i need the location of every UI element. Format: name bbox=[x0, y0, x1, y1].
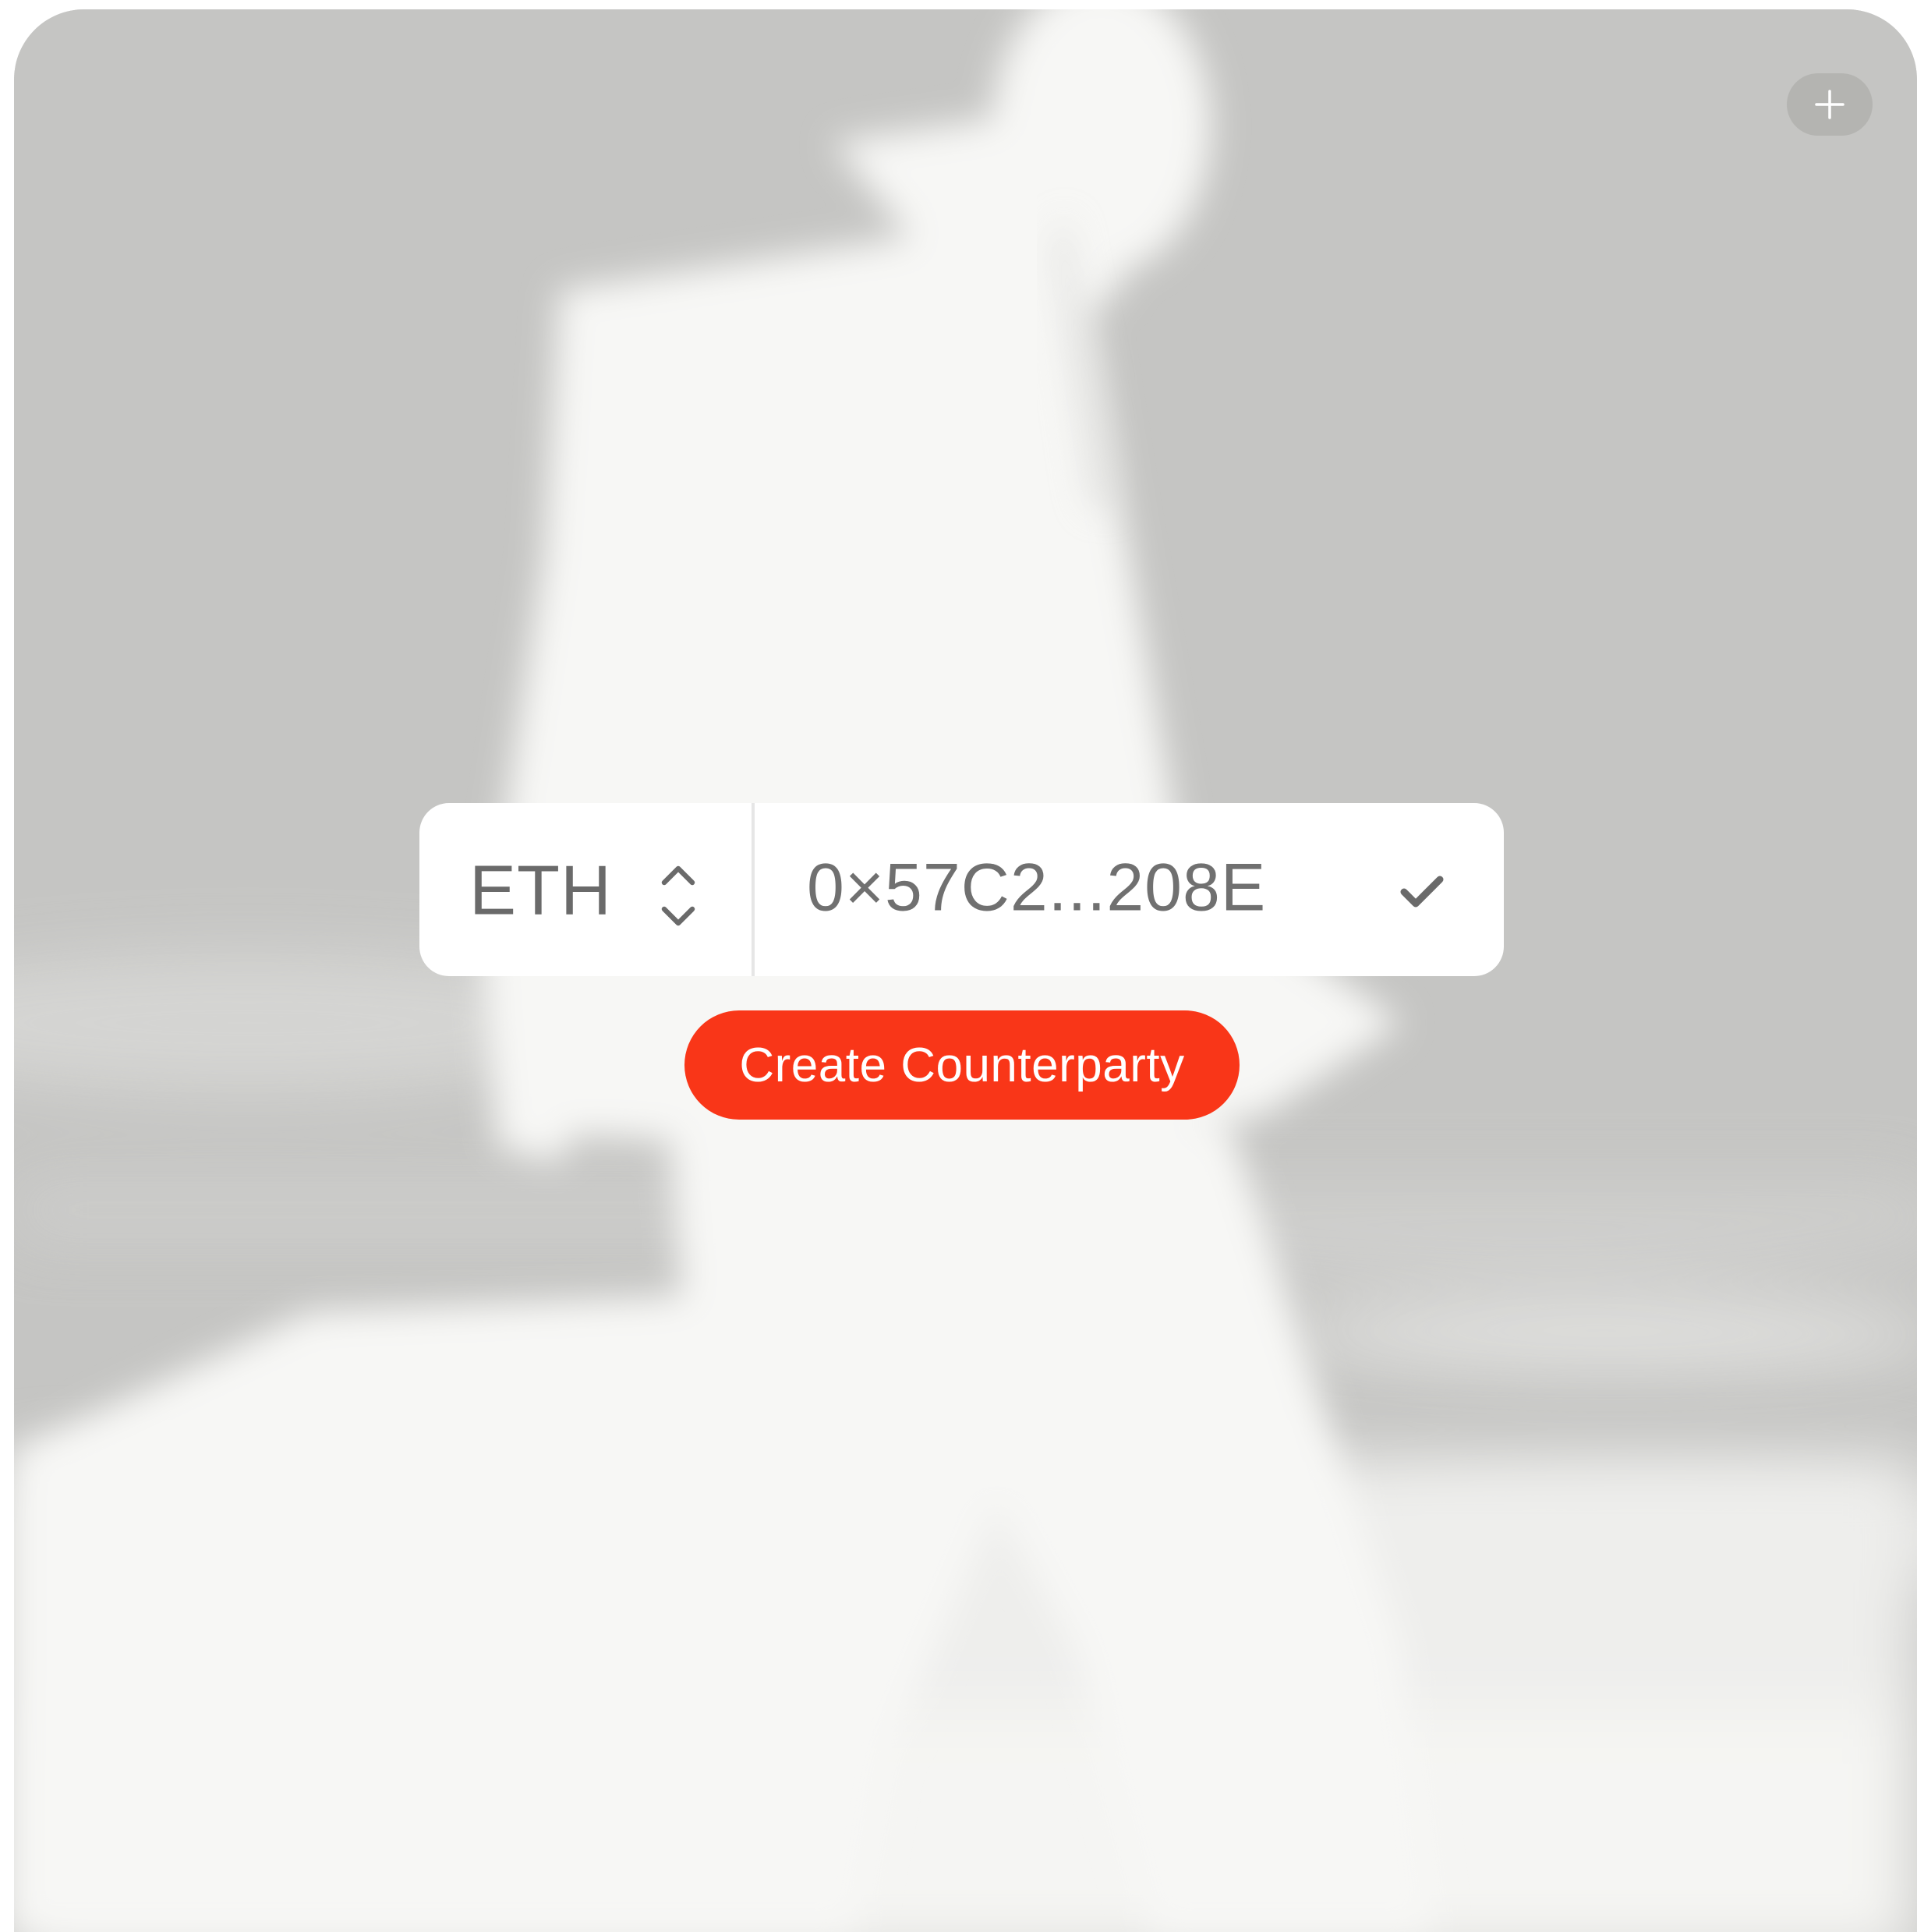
chevron-up-down-icon bbox=[661, 865, 695, 926]
create-counterparty-button[interactable]: Create Counterparty bbox=[684, 1010, 1240, 1120]
counterparty-form: ETH bbox=[419, 803, 1504, 976]
plus-icon bbox=[1815, 90, 1844, 119]
chain-select[interactable]: ETH bbox=[419, 803, 752, 976]
address-input[interactable] bbox=[807, 849, 1353, 927]
checkmark-icon bbox=[1400, 876, 1444, 908]
address-field[interactable] bbox=[755, 803, 1504, 976]
add-button[interactable] bbox=[1787, 73, 1873, 136]
chain-select-value: ETH bbox=[469, 851, 612, 930]
